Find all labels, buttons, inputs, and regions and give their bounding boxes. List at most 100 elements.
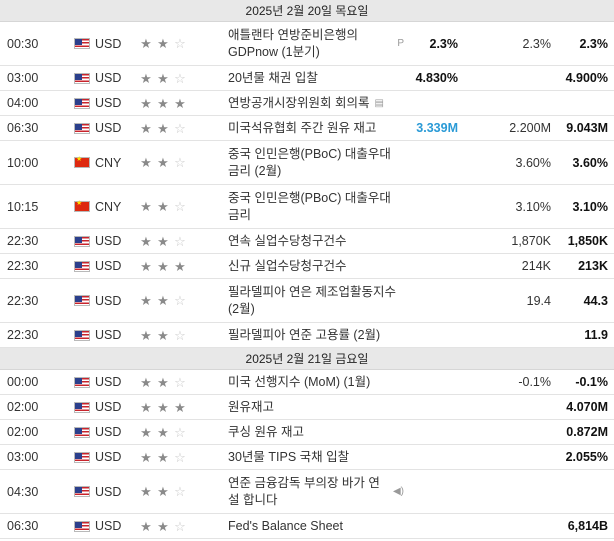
event-name-text[interactable]: 연준 금융감독 부의장 바가 연설 합니다 [228,475,388,509]
event-forecast [470,470,551,513]
star-filled-icon: ★ [157,258,169,274]
event-name-text[interactable]: 미국 선행지수 (MoM) (1월) [228,374,370,391]
event-row[interactable]: 22:30 USD ★ ★ ☆ 연속 실업수당청구건수 1,870K 1,850K [0,229,614,254]
event-name-text[interactable]: Fed's Balance Sheet [228,518,343,535]
event-previous [540,91,608,115]
star-filled-icon: ★ [140,374,152,390]
event-forecast: 214K [521,259,551,273]
us-flag-icon [74,329,90,341]
event-forecast: -0.1% [518,375,551,389]
event-forecast: 2.200M [509,121,551,135]
event-actual [380,420,458,444]
flag-cell [74,185,90,228]
star-filled-icon: ★ [140,449,152,465]
flag-cell [74,254,90,278]
event-actual [380,395,458,419]
us-flag-icon [74,72,90,84]
star-filled-icon: ★ [140,424,152,440]
star-filled-icon: ★ [157,95,169,111]
star-filled-icon: ★ [157,374,169,390]
event-actual [380,445,458,469]
event-time: 22:30 [7,234,39,248]
event-row[interactable]: 03:00 USD ★ ★ ☆ 30년물 TIPS 국채 입찰 2.055% [0,445,614,470]
event-name-text[interactable]: 연방공개시장위원회 회의록 [228,95,369,112]
china-flag-icon [74,155,90,168]
event-currency: USD [95,328,122,342]
event-actual [380,323,458,347]
event-row[interactable]: 22:30 USD ★ ★ ★ 신규 실업수당청구건수 214K 213K [0,254,614,279]
event-forecast: 1,870K [511,234,551,248]
event-row[interactable]: 10:15 CNY ★ ★ ☆ 중국 인민은행(PBoC) 대출우대 금리 3.10% 3.1… [0,185,614,229]
event-previous: 4.070M [566,400,608,414]
event-forecast [470,420,551,444]
star-filled-icon: ★ [140,518,152,534]
event-actual [380,514,458,538]
event-time: 10:00 [7,155,39,170]
us-flag-icon [74,486,90,497]
star-empty-icon: ☆ [174,374,186,390]
importance-stars: ★ ★ ★ [138,254,192,278]
us-flag-icon [74,235,90,247]
event-name-text[interactable]: 필라델피아 연은 제조업활동지수 (2월) [228,284,404,318]
event-row[interactable]: 00:00 USD ★ ★ ☆ 미국 선행지수 (MoM) (1월) -0.1% -0.1% [0,370,614,395]
importance-stars: ★ ★ ☆ [138,279,192,322]
event-row[interactable]: 06:30 USD ★ ★ ☆ Fed's Balance Sheet 6,814B [0,514,614,539]
event-row[interactable]: 02:00 USD ★ ★ ☆ 쿠싱 원유 재고 0.872M [0,420,614,445]
flag-cell [74,514,90,538]
event-forecast: 2.3% [522,36,552,51]
us-flag-icon [74,401,90,413]
event-actual [380,279,458,322]
event-actual: 4.830% [415,71,458,85]
event-actual [380,370,458,394]
event-actual [380,229,458,253]
importance-stars: ★ ★ ☆ [138,470,192,513]
us-flag-icon [74,38,90,49]
event-name-text[interactable]: 원유재고 [228,399,274,416]
event-row[interactable]: 22:30 USD ★ ★ ☆ 필라델피아 연준 고용률 (2월) 11.9 [0,323,614,348]
event-name-text[interactable]: 중국 인민은행(PBoC) 대출우대 금리 (2월) [228,146,404,180]
event-name-text[interactable]: 연속 실업수당청구건수 [228,233,346,250]
star-filled-icon: ★ [140,327,152,343]
star-filled-icon: ★ [140,155,152,170]
event-name-text[interactable]: 20년물 채권 입찰 [228,70,318,87]
event-name-text[interactable]: 중국 인민은행(PBoC) 대출우대 금리 [228,190,404,224]
event-row[interactable]: 00:30 USD ★ ★ ☆ 애틀랜타 연방준비은행의 GDPnow (1분기) P 2.3… [0,22,614,66]
star-filled-icon: ★ [157,120,169,136]
event-row[interactable]: 10:00 CNY ★ ★ ☆ 중국 인민은행(PBoC) 대출우대 금리 (2월) 3.6… [0,141,614,185]
us-flag-icon [74,295,90,306]
star-empty-icon: ☆ [174,449,186,465]
event-time: 06:30 [7,519,39,533]
event-row[interactable]: 04:30 USD ★ ★ ☆ 연준 금융감독 부의장 바가 연설 합니다 ◀) [0,470,614,514]
star-filled-icon: ★ [140,95,152,111]
event-time: 22:30 [7,259,39,273]
event-row[interactable]: 04:00 USD ★ ★ ★ 연방공개시장위원회 회의록 ▤ [0,91,614,116]
star-empty-icon: ☆ [174,120,186,136]
event-row[interactable]: 03:00 USD ★ ★ ☆ 20년물 채권 입찰 4.830% 4.900% [0,66,614,91]
event-previous: 3.10% [572,199,608,214]
importance-stars: ★ ★ ☆ [138,141,192,184]
event-currency: USD [95,71,122,85]
event-actual: 3.339M [416,121,458,135]
event-name-text[interactable]: 쿠싱 원유 재고 [228,424,304,441]
event-row[interactable]: 06:30 USD ★ ★ ☆ 미국석유협회 주간 원유 재고 3.339M 2.200M 9.… [0,116,614,141]
event-name-text[interactable]: 필라델피아 연준 고용률 (2월) [228,327,380,344]
event-name-text[interactable]: 애틀랜타 연방준비은행의 GDPnow (1분기) [228,27,392,61]
event-name-text[interactable]: 미국석유협회 주간 원유 재고 [228,120,376,137]
star-filled-icon: ★ [140,120,152,136]
event-currency: USD [95,519,122,533]
event-name-text[interactable]: 신규 실업수당청구건수 [228,258,346,275]
star-filled-icon: ★ [174,95,186,111]
event-currency: USD [95,375,122,389]
event-row[interactable]: 22:30 USD ★ ★ ☆ 필라델피아 연은 제조업활동지수 (2월) 19.4 44.3 [0,279,614,323]
event-row[interactable]: 02:00 USD ★ ★ ★ 원유재고 4.070M [0,395,614,420]
event-time: 03:00 [7,71,39,85]
star-empty-icon: ☆ [174,484,186,499]
star-filled-icon: ★ [140,399,152,415]
star-filled-icon: ★ [157,293,169,308]
event-previous [540,470,608,513]
event-forecast [470,514,551,538]
event-time: 22:30 [7,328,39,342]
event-name-text[interactable]: 30년물 TIPS 국채 입찰 [228,449,349,466]
event-actual [380,141,458,184]
event-previous: 11.9 [584,328,608,342]
